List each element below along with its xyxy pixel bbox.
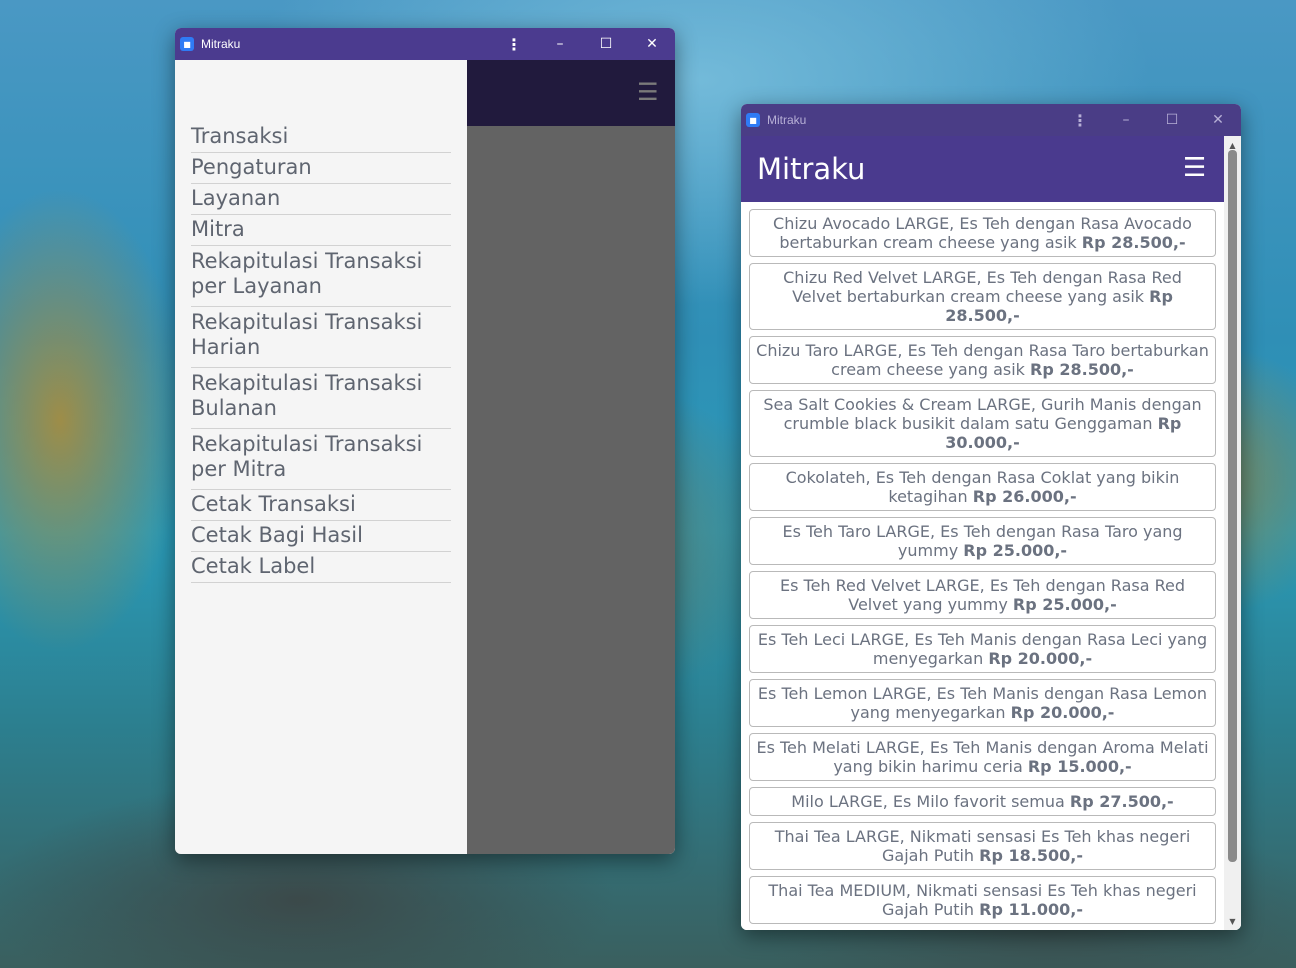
product-price: Rp 27.500,- [1069, 792, 1174, 811]
product-list: Chizu Avocado LARGE, Es Teh dengan Rasa … [749, 209, 1216, 930]
product-price: Rp 18.500,- [979, 846, 1083, 865]
minimize-button[interactable]: – [1103, 104, 1149, 136]
product-description: Chizu Red Velvet LARGE, Es Teh dengan Ra… [783, 268, 1182, 306]
product-button[interactable]: Thai Tea MEDIUM, Nikmati sensasi Es Teh … [749, 876, 1216, 924]
menu-item[interactable]: Cetak Label [191, 552, 451, 583]
product-description: Es Teh Lemon LARGE, Es Teh Manis dengan … [757, 684, 1208, 722]
title-bar[interactable]: ■ Mitraku ⋮ – ☐ ✕ [175, 28, 675, 60]
app-icon: ■ [180, 37, 194, 51]
product-button[interactable]: Es Teh Red Velvet LARGE, Es Teh dengan R… [749, 571, 1216, 619]
scroll-down-icon[interactable]: ▼ [1224, 914, 1241, 928]
product-button[interactable]: Chizu Red Velvet LARGE, Es Teh dengan Ra… [749, 263, 1216, 330]
menu-item[interactable]: Rekapitulasi Transaksi per Layanan [191, 246, 451, 307]
menu-item[interactable]: Mitra [191, 215, 451, 246]
product-button[interactable]: Es Teh Lemon LARGE, Es Teh Manis dengan … [749, 679, 1216, 727]
product-price: Rp 11.000,- [979, 900, 1083, 919]
product-button[interactable]: Es Teh Taro LARGE, Es Teh dengan Rasa Ta… [749, 517, 1216, 565]
product-price: Rp 28.500,- [1081, 233, 1186, 252]
product-price: Rp 26.000,- [972, 487, 1077, 506]
navigation-menu: Transaksi Pengaturan Layanan Mitra Rekapitul… [191, 122, 451, 583]
product-description: Chizu Taro LARGE, Es Teh dengan Rasa Tar… [756, 341, 1209, 379]
maximize-button[interactable]: ☐ [583, 28, 629, 60]
product-price: Rp 20.000,- [988, 649, 1093, 668]
menu-item[interactable]: Cetak Bagi Hasil [191, 521, 451, 552]
product-description: Milo LARGE, Es Milo favorit semua [791, 792, 1065, 811]
hamburger-menu-icon[interactable]: ☰ [1183, 153, 1206, 183]
menu-item[interactable]: Layanan [191, 184, 451, 215]
product-description: Es Teh Red Velvet LARGE, Es Teh dengan R… [779, 576, 1185, 614]
window-title: Mitraku [201, 37, 241, 51]
close-button[interactable]: ✕ [1195, 104, 1241, 136]
product-price: Rp 15.000,- [1027, 757, 1132, 776]
more-options-icon[interactable]: ⋮ [491, 28, 537, 60]
window-title: Mitraku [767, 113, 807, 127]
product-button[interactable]: Es Teh Leci LARGE, Es Teh Manis dengan R… [749, 625, 1216, 673]
product-button[interactable]: Sea Salt Cookies & Cream LARGE, Gurih Ma… [749, 390, 1216, 457]
menu-item[interactable]: Pengaturan [191, 153, 451, 184]
scroll-thumb[interactable] [1228, 150, 1237, 862]
menu-item[interactable]: Rekapitulasi Transaksi per Mitra [191, 429, 451, 490]
product-description: Es Teh Leci LARGE, Es Teh Manis dengan R… [757, 630, 1208, 668]
product-description: Es Teh Melati LARGE, Es Teh Manis dengan… [756, 738, 1209, 776]
product-description: Sea Salt Cookies & Cream LARGE, Gurih Ma… [763, 395, 1202, 433]
product-price: Rp 28.500,- [1030, 360, 1134, 379]
product-price: Rp 20.000,- [1010, 703, 1115, 722]
app-content: ☰ Transaksi Pengaturan Layanan Mitra Rekapit… [175, 60, 675, 854]
title-bar[interactable]: ■ Mitraku ⋮ – ☐ ✕ [741, 104, 1241, 136]
menu-item[interactable]: Rekapitulasi Transaksi Harian [191, 307, 451, 368]
product-price: Rp 25.000,- [1012, 595, 1117, 614]
app-bar: Mitraku ☰ [741, 136, 1224, 202]
menu-item[interactable]: Transaksi [191, 122, 451, 153]
product-button[interactable]: Chizu Avocado LARGE, Es Teh dengan Rasa … [749, 209, 1216, 257]
menu-item[interactable]: Cetak Transaksi [191, 490, 451, 521]
product-price: Rp 25.000,- [963, 541, 1068, 560]
product-button[interactable]: Chizu Taro LARGE, Es Teh dengan Rasa Tar… [749, 336, 1216, 384]
more-options-icon[interactable]: ⋮ [1057, 104, 1103, 136]
mitraku-window-left: ■ Mitraku ⋮ – ☐ ✕ ☰ Transaksi Pengaturan L… [175, 28, 675, 854]
minimize-button[interactable]: – [537, 28, 583, 60]
navigation-drawer: Transaksi Pengaturan Layanan Mitra Rekapitul… [175, 60, 467, 854]
maximize-button[interactable]: ☐ [1149, 104, 1195, 136]
app-icon: ■ [746, 113, 760, 127]
product-button[interactable]: Cokolateh, Es Teh dengan Rasa Coklat yan… [749, 463, 1216, 511]
product-button[interactable]: Es Teh Melati LARGE, Es Teh Manis dengan… [749, 733, 1216, 781]
close-button[interactable]: ✕ [629, 28, 675, 60]
vertical-scrollbar[interactable]: ▲ ▼ [1224, 136, 1241, 930]
product-button[interactable]: Milo LARGE, Es Milo favorit semua Rp 27.… [749, 787, 1216, 816]
product-button[interactable]: Thai Tea LARGE, Nikmati sensasi Es Teh k… [749, 822, 1216, 870]
hamburger-menu-icon[interactable]: ☰ [637, 78, 659, 106]
menu-item[interactable]: Rekapitulasi Transaksi Bulanan [191, 368, 451, 429]
app-title: Mitraku [757, 152, 866, 186]
mitraku-window-right: ■ Mitraku ⋮ – ☐ ✕ Mitraku ☰ Chizu Avocad… [741, 104, 1241, 930]
app-content: Mitraku ☰ Chizu Avocado LARGE, Es Teh de… [741, 136, 1241, 930]
